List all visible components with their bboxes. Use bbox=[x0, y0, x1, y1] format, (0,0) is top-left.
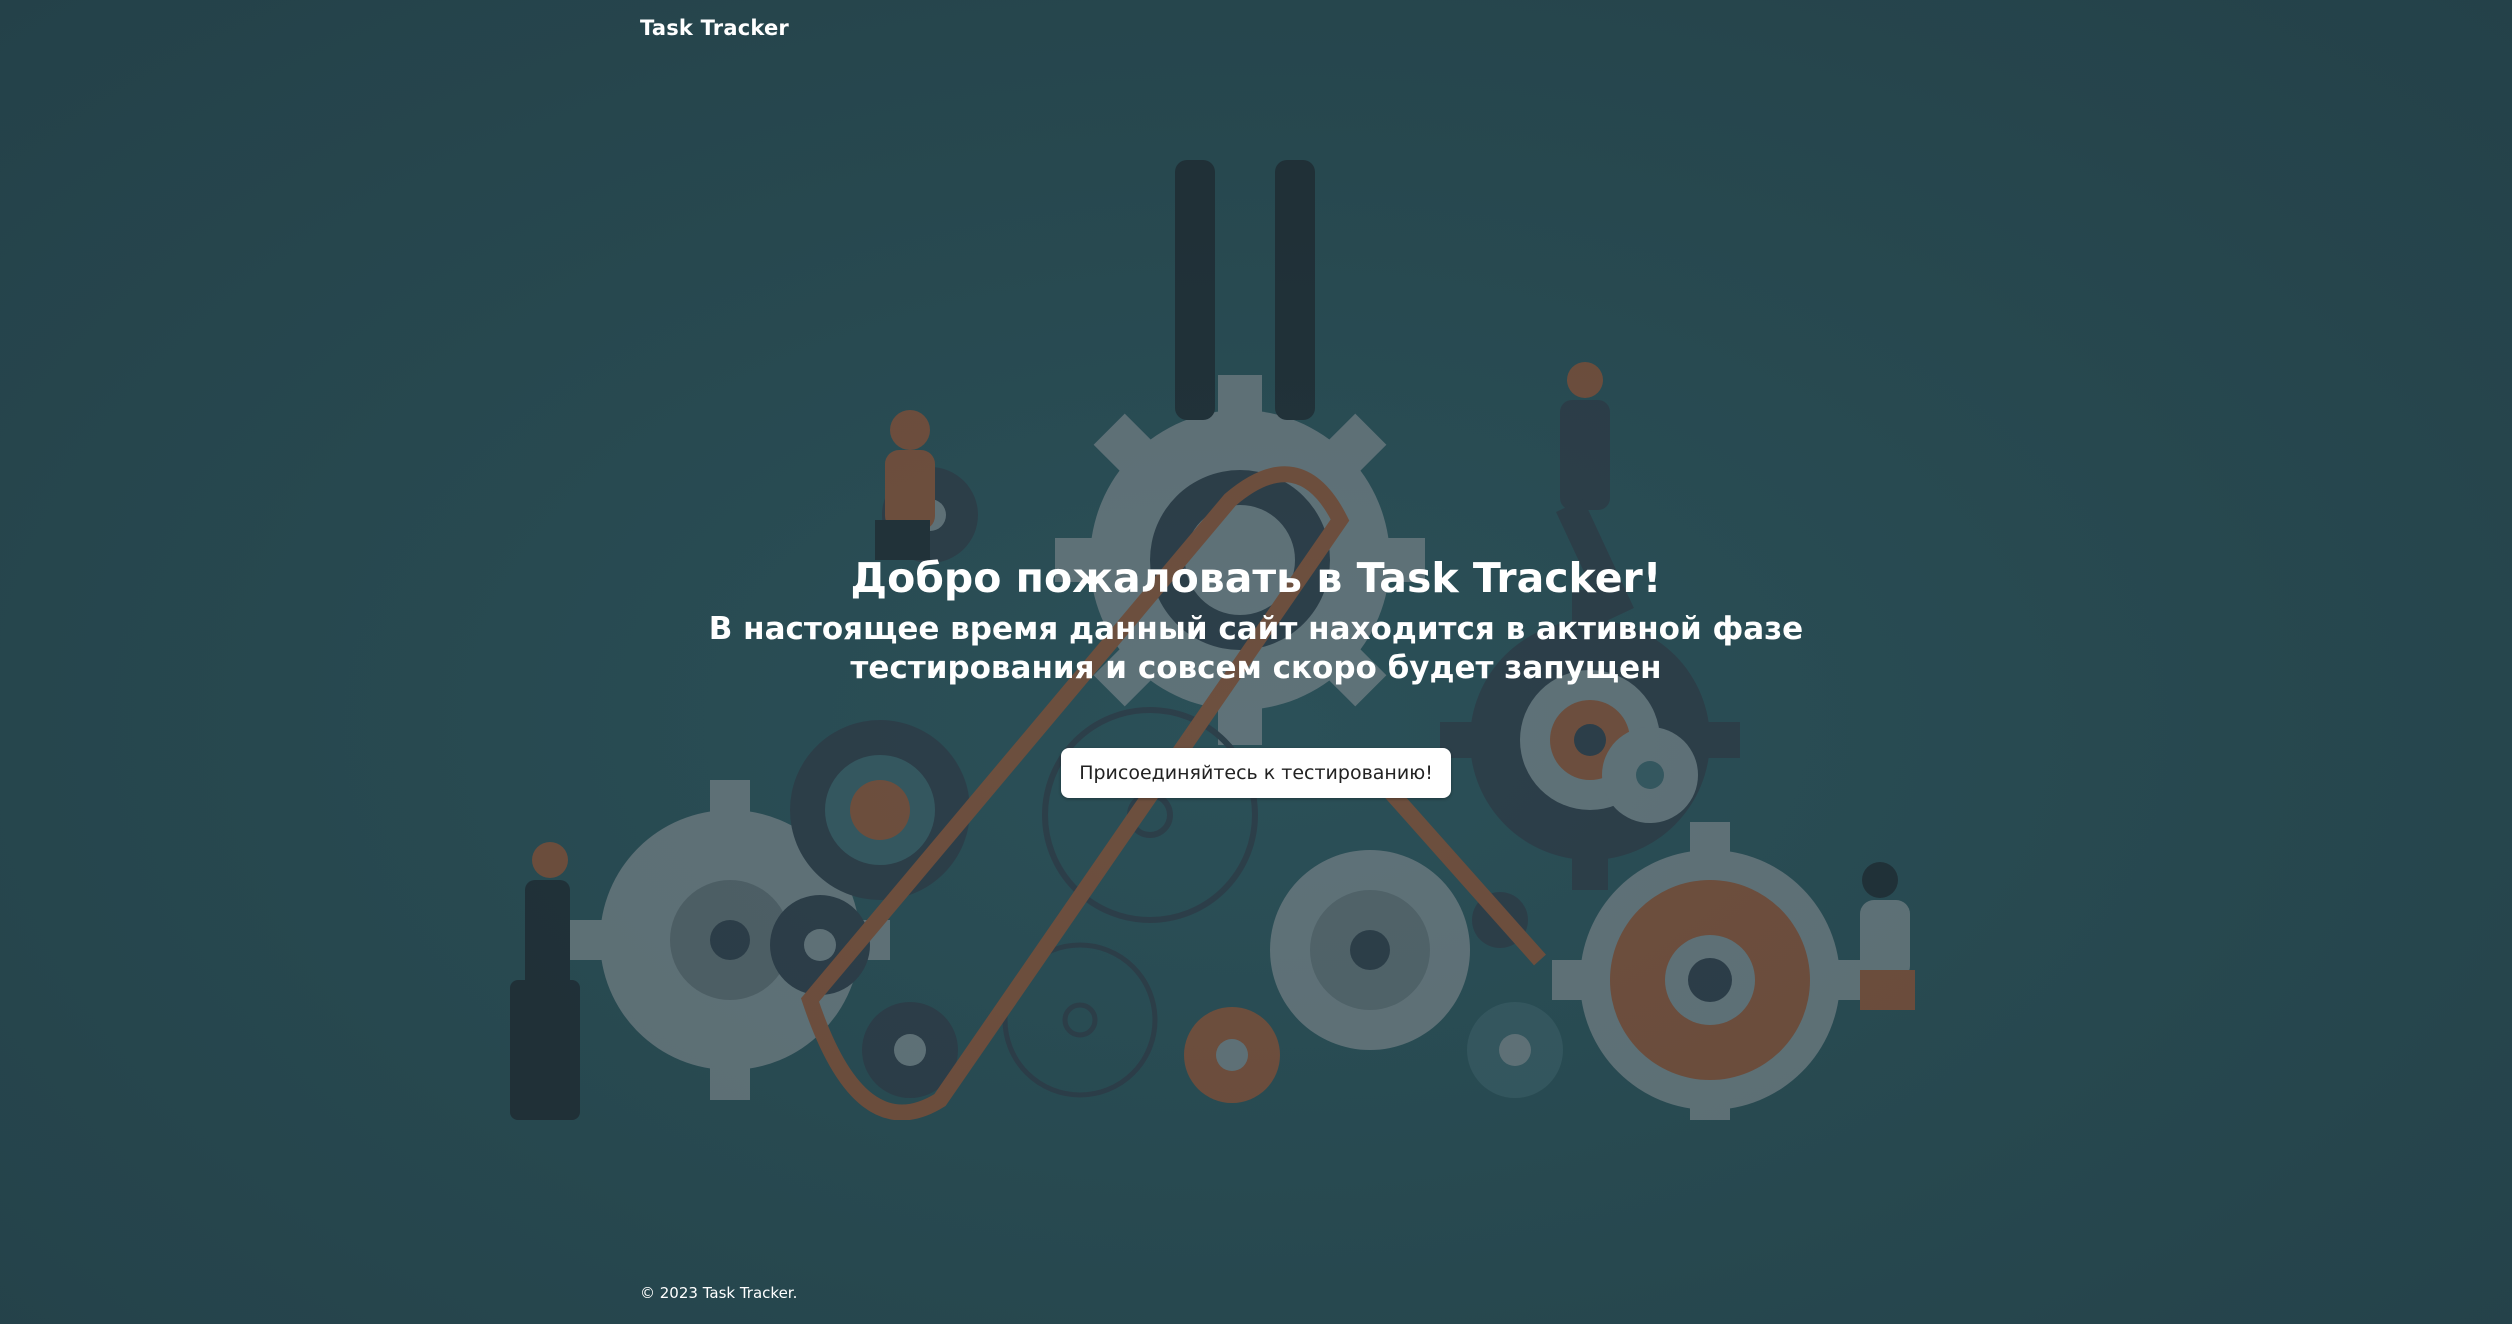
hero-section: Добро пожаловать в Task Tracker! В насто… bbox=[0, 548, 2512, 798]
page-title: Добро пожаловать в Task Tracker! bbox=[850, 554, 1662, 602]
join-testing-button[interactable]: Присоединяйтесь к тестированию! bbox=[1061, 748, 1451, 798]
brand-link[interactable]: Task Tracker bbox=[640, 16, 789, 40]
page: Task Tracker Добро пожаловать в Task Tra… bbox=[0, 0, 2512, 1324]
hero-subtitle: В настоящее время данный сайт находится … bbox=[708, 611, 1804, 686]
footer-copyright: © 2023 Task Tracker. bbox=[640, 1284, 798, 1302]
